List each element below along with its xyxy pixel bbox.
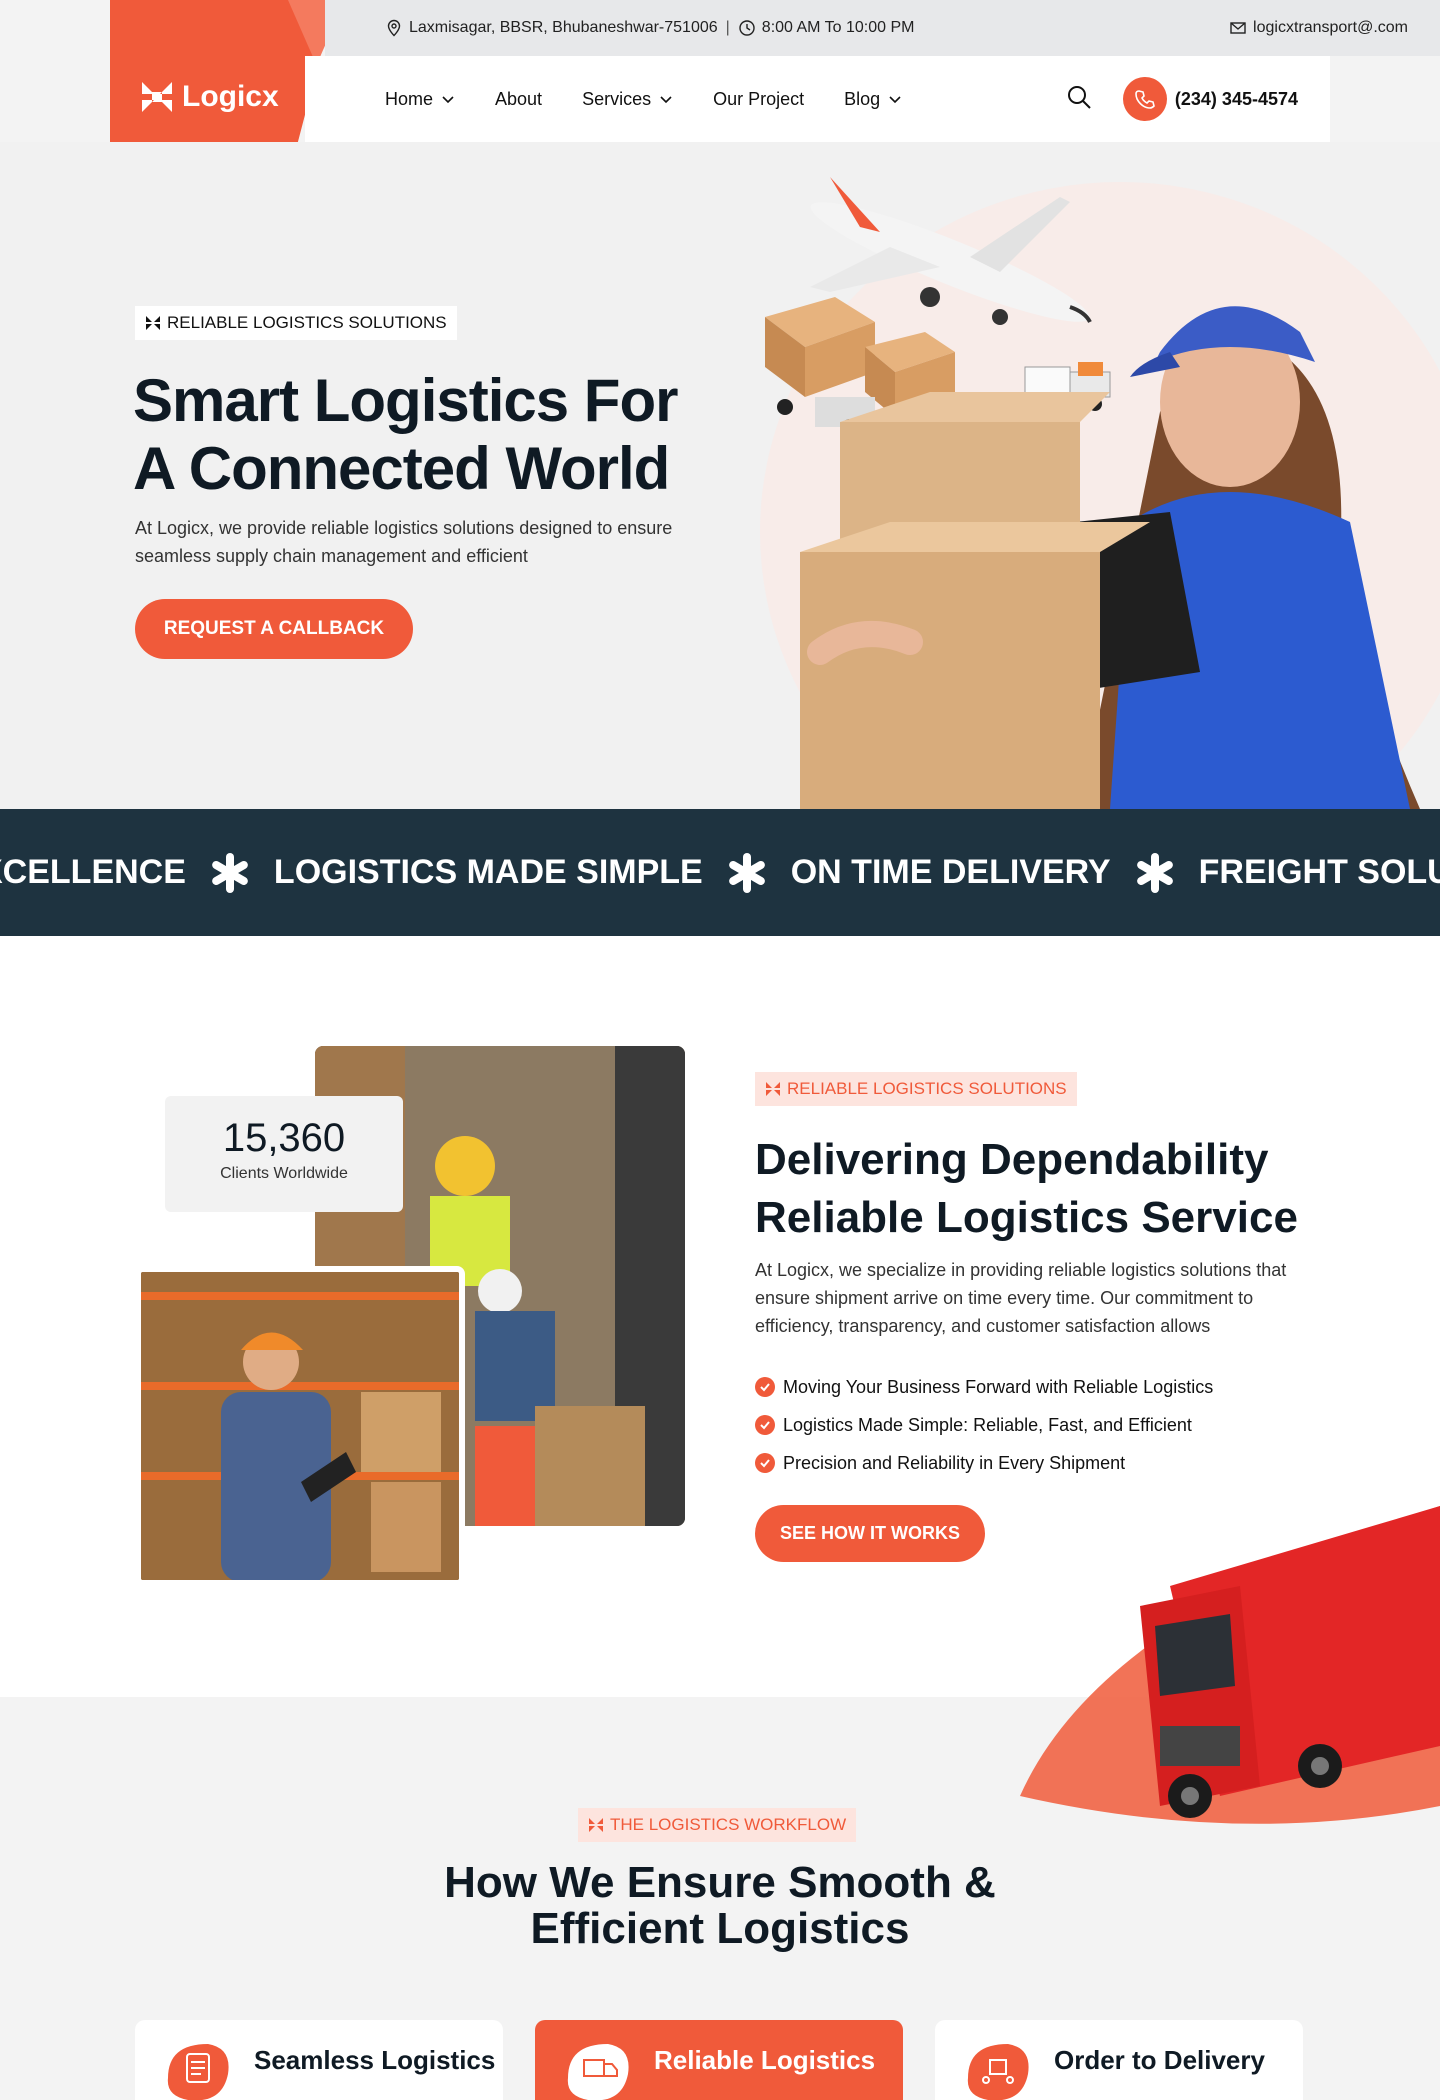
check-circle-icon — [755, 1377, 775, 1397]
about-title-line2: Reliable Logistics Service — [755, 1193, 1298, 1242]
info-strip: Laxmisagar, BBSR, Bhubaneshwar-751006 | … — [325, 0, 1440, 56]
logo-text: Logicx — [182, 80, 279, 113]
document-icon — [160, 2038, 234, 2100]
workflow-card-title: Reliable Logistics — [654, 2044, 876, 2075]
hero-title: Smart Logistics For A Connected World — [133, 367, 753, 503]
phone-number: (234) 345-4574 — [1174, 88, 1298, 109]
hero-title-line1: Smart Logistics For — [133, 367, 678, 434]
logo-mark-icon — [766, 1082, 780, 1096]
main-navigation-bar: Home About Services Our Project Blog (23… — [305, 56, 1330, 142]
checklist-text: Moving Your Business Forward with Reliab… — [783, 1376, 1214, 1397]
hours-info: 8:00 AM To 10:00 PM — [738, 19, 915, 37]
checklist-item: Precision and Reliability in Every Shipm… — [755, 1444, 1213, 1482]
warehouse-inspector-photo — [135, 1266, 465, 1586]
nav-home[interactable]: Home — [385, 89, 455, 110]
about-description: At Logicx, we specialize in providing re… — [755, 1260, 1287, 1336]
ticker-row: XCELLENCE LOGISTICS MADE SIMPLE ON TIME … — [0, 809, 1440, 936]
workflow-card-reliable[interactable]: Reliable Logistics — [535, 2020, 903, 2100]
request-callback-button[interactable]: REQUEST A CALLBACK — [135, 599, 413, 659]
workflow-badge-text: THE LOGISTICS WORKFLOW — [610, 1815, 847, 1834]
workflow-card-title: Order to Delivery — [1054, 2044, 1265, 2075]
workflow-badge: THE LOGISTICS WORKFLOW — [578, 1808, 857, 1842]
email-link[interactable]: logicxtransport@.com — [1229, 19, 1408, 37]
chevron-down-icon — [889, 96, 901, 104]
ticker-item: FREIGHT SOLUTIONS — [1198, 853, 1440, 891]
nav-our-project[interactable]: Our Project — [713, 89, 804, 110]
about-title: Delivering Dependability Reliable Logist… — [755, 1131, 1355, 1247]
ticker-item: XCELLENCE — [0, 853, 186, 891]
workflow-card-seamless[interactable]: Seamless Logistics — [135, 2020, 503, 2100]
checklist-item: Logistics Made Simple: Reliable, Fast, a… — [755, 1406, 1213, 1444]
about-badge: RELIABLE LOGISTICS SOLUTIONS — [755, 1072, 1077, 1106]
chevron-down-icon — [442, 96, 454, 104]
check-circle-icon — [755, 1453, 775, 1473]
phone-link[interactable]: (234) 345-4574 — [1122, 77, 1298, 121]
delivery-woman-photo — [800, 306, 1420, 809]
nav-blog[interactable]: Blog — [844, 89, 902, 110]
nav-actions: (234) 345-4574 — [1065, 56, 1298, 142]
checklist-text: Precision and Reliability in Every Shipm… — [783, 1452, 1126, 1473]
logo[interactable]: Logicx — [140, 80, 279, 114]
logo-mark-icon — [146, 316, 160, 330]
nav-home-label: Home — [385, 88, 434, 109]
hero-badge: RELIABLE LOGISTICS SOLUTIONS — [135, 306, 457, 340]
clients-stat-card: 15,360 Clients Worldwide — [165, 1096, 403, 1212]
chevron-down-icon — [660, 96, 672, 104]
main-nav: Home About Services Our Project Blog — [385, 56, 902, 142]
clock-icon — [739, 20, 755, 36]
checklist-text: Logistics Made Simple: Reliable, Fast, a… — [783, 1414, 1192, 1435]
about-title-line1: Delivering Dependability — [755, 1135, 1269, 1184]
hero-section: RELIABLE LOGISTICS SOLUTIONS Smart Logis… — [0, 142, 1440, 809]
info-divider: | — [725, 19, 730, 36]
clients-count: 15,360 — [222, 1116, 346, 1160]
logo-mark-icon — [589, 1818, 603, 1832]
nav-about-label: About — [495, 88, 543, 109]
workflow-title: How We Ensure Smooth & Efficient Logisti… — [0, 1860, 1440, 1952]
box-network-icon — [960, 2038, 1034, 2100]
see-how-it-works-button[interactable]: SEE HOW IT WORKS — [755, 1505, 985, 1562]
checklist-item: Moving Your Business Forward with Reliab… — [755, 1368, 1213, 1406]
workflow-card-title: Seamless Logistics — [254, 2044, 496, 2075]
about-badge-text: RELIABLE LOGISTICS SOLUTIONS — [787, 1079, 1067, 1098]
workflow-title-line1: How We Ensure Smooth & — [444, 1858, 996, 1907]
truck-card-icon — [560, 2038, 634, 2100]
search-button[interactable] — [1065, 83, 1093, 116]
about-section: 15,360 Clients Worldwide RELIABLE LOGIST… — [0, 936, 1440, 1824]
warehouse-inspector-illustration — [141, 1272, 459, 1580]
search-icon — [1067, 85, 1091, 109]
asterisk-icon — [212, 852, 248, 893]
logo-icon — [142, 82, 172, 112]
workflow-card-order-delivery[interactable]: Order to Delivery — [935, 2020, 1303, 2100]
email-text: logicxtransport@.com — [1253, 19, 1408, 36]
ticker-item: ON TIME DELIVERY — [790, 853, 1111, 891]
red-truck-illustration — [1020, 1506, 1440, 1824]
asterisk-icon — [728, 852, 765, 893]
nav-blog-label: Blog — [844, 88, 881, 109]
phone-icon-wrap — [1122, 77, 1167, 121]
phone-icon — [1135, 90, 1155, 109]
hero-title-line2: A Connected World — [133, 435, 670, 502]
nav-about[interactable]: About — [495, 89, 542, 110]
hero-badge-text: RELIABLE LOGISTICS SOLUTIONS — [167, 313, 447, 332]
hero-description: At Logicx, we provide reliable logistics… — [135, 518, 673, 566]
address-text: Laxmisagar, BBSR, Bhubaneshwar-751006 — [409, 19, 718, 36]
nav-services[interactable]: Services — [582, 89, 673, 110]
mail-icon — [1230, 22, 1246, 34]
location-pin-icon — [387, 19, 401, 37]
check-circle-icon — [755, 1415, 775, 1435]
nav-our-project-label: Our Project — [713, 88, 805, 109]
address-info: Laxmisagar, BBSR, Bhubaneshwar-751006 — [385, 19, 718, 37]
asterisk-icon — [1136, 852, 1173, 893]
ticker-item: LOGISTICS MADE SIMPLE — [273, 853, 703, 891]
feature-checklist: Moving Your Business Forward with Reliab… — [755, 1368, 1213, 1482]
hours-text: 8:00 AM To 10:00 PM — [761, 19, 915, 36]
nav-services-label: Services — [582, 88, 652, 109]
clients-label: Clients Worldwide — [220, 1165, 348, 1182]
workflow-title-line2: Efficient Logistics — [530, 1904, 910, 1953]
marquee-ticker: XCELLENCE LOGISTICS MADE SIMPLE ON TIME … — [0, 809, 1440, 936]
